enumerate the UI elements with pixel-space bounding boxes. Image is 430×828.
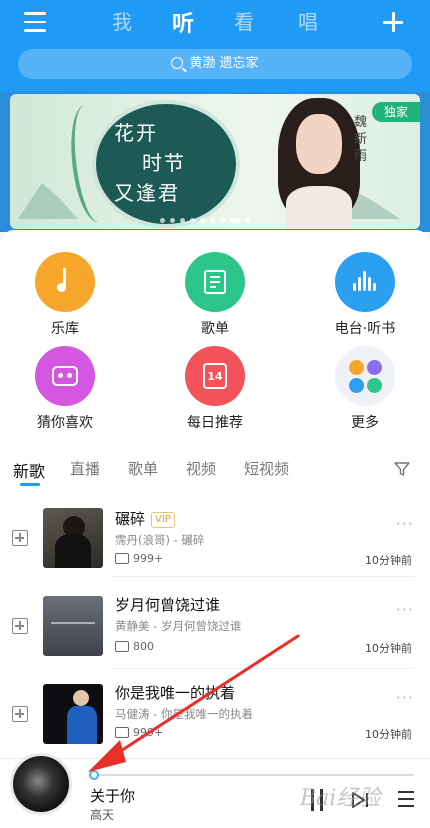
more-options-icon[interactable]: ···: [396, 514, 414, 533]
song-cover: [43, 508, 103, 568]
song-time: 10分钟前: [365, 642, 412, 655]
mountain-decoration: [18, 183, 78, 219]
feature-circle: [35, 252, 95, 312]
main-tabs: 我 听 看 唱: [0, 6, 430, 38]
exclusive-badge: 独家: [372, 102, 420, 122]
comment-count[interactable]: 800: [115, 640, 154, 653]
comment-icon: [115, 552, 129, 564]
tab-playlist[interactable]: 歌单: [128, 458, 158, 479]
more-options-icon[interactable]: ···: [396, 688, 414, 707]
add-song-icon[interactable]: [12, 706, 28, 722]
main-card: 乐库 歌单 电台·听书 猜你喜欢 14 每日推荐 更多 新歌 直播 歌单 视频 …: [0, 230, 430, 758]
banner-dot: [190, 218, 195, 223]
tab-me[interactable]: 我: [112, 6, 132, 35]
banner-area: 花开 时节 又逢君 魏新雨 独家: [0, 92, 430, 232]
content-tabs: 新歌 直播 歌单 视频 短视频: [0, 458, 430, 488]
feature-playlists[interactable]: 歌单: [165, 252, 265, 338]
active-tab-indicator: [20, 483, 40, 486]
banner-dot: [160, 218, 165, 223]
calendar-icon: 14: [203, 363, 227, 389]
tab-video[interactable]: 视频: [186, 458, 216, 479]
album-disc[interactable]: [10, 753, 72, 815]
song-row[interactable]: 碾碎 VIP 霈丹(浪哥) - 碾碎 999+ ··· 10分钟前: [0, 502, 430, 602]
now-playing-artist: 高天: [90, 808, 115, 822]
song-title: 岁月何曾饶过谁: [115, 596, 221, 614]
sound-wave-icon: [352, 269, 378, 295]
add-song-icon[interactable]: [12, 530, 28, 546]
more-options-icon[interactable]: ···: [396, 600, 414, 619]
vip-badge: VIP: [151, 511, 175, 528]
feature-music-library[interactable]: 乐库: [15, 252, 115, 338]
now-playing-title: 关于你: [90, 787, 136, 805]
top-header: 我 听 看 唱 黄渤 遗忘家: [0, 0, 430, 92]
banner-dot: [180, 218, 185, 223]
banner-slide[interactable]: 花开 时节 又逢君 魏新雨 独家: [10, 94, 420, 229]
comment-count[interactable]: 999+: [115, 552, 163, 565]
feature-circle: [335, 252, 395, 312]
song-artist: 霈丹(浪哥) - 碾碎: [115, 533, 205, 547]
banner-title-line2: 时节: [142, 151, 186, 175]
music-note-icon: [57, 268, 75, 294]
banner-dot: [170, 218, 175, 223]
song-time: 10分钟前: [365, 728, 412, 741]
feature-radio-audiobook[interactable]: 电台·听书: [315, 252, 415, 338]
song-cover: [43, 684, 103, 744]
progress-knob[interactable]: [89, 770, 99, 780]
banner-dot: [245, 218, 250, 223]
feature-daily-recommend[interactable]: 14 每日推荐: [165, 346, 265, 432]
song-artist: 黄静美 - 岁月何曾饶过谁: [115, 619, 242, 633]
more-grid-icon: [347, 358, 383, 394]
tab-watch[interactable]: 看: [234, 6, 254, 35]
banner-dot: [210, 218, 215, 223]
feature-circle: [335, 346, 395, 406]
banner-pagination: [160, 218, 255, 224]
banner-title-line1: 花开: [114, 121, 158, 145]
tab-listen[interactable]: 听: [172, 6, 194, 38]
feature-label: 更多: [351, 415, 379, 431]
banner-title: 花开 时节 又逢君: [114, 118, 224, 208]
filter-icon[interactable]: [394, 461, 410, 477]
feature-label: 乐库: [51, 321, 79, 337]
playlist-icon: [204, 270, 226, 294]
song-time: 10分钟前: [365, 554, 412, 567]
feature-label: 电台·听书: [334, 321, 396, 337]
feature-guess-you-like[interactable]: 猜你喜欢: [15, 346, 115, 432]
comment-count[interactable]: 999+: [115, 726, 163, 739]
song-title: 你是我唯一的执着: [115, 684, 236, 702]
song-cover: [43, 596, 103, 656]
progress-bar[interactable]: [94, 774, 414, 776]
feature-more[interactable]: 更多: [315, 346, 415, 432]
divider: [112, 576, 414, 577]
feature-label: 歌单: [201, 321, 229, 337]
tab-new-songs[interactable]: 新歌: [13, 458, 45, 482]
feature-circle: 14: [185, 346, 245, 406]
song-title: 碾碎 VIP: [115, 508, 175, 529]
banner-title-line3: 又逢君: [114, 181, 180, 205]
feature-circle: [185, 252, 245, 312]
feature-label: 猜你喜欢: [37, 415, 93, 431]
plus-icon[interactable]: [383, 12, 403, 32]
feature-label: 每日推荐: [187, 415, 243, 431]
tab-sing[interactable]: 唱: [298, 6, 318, 35]
search-placeholder: 黄渤 遗忘家: [189, 56, 259, 71]
tab-live[interactable]: 直播: [70, 458, 100, 479]
divider: [112, 668, 414, 669]
banner-dot: [220, 218, 225, 223]
artist-portrait: [272, 94, 364, 229]
song-artist: 马健涛 - 你是我唯一的执着: [115, 707, 253, 721]
feature-circle: [35, 346, 95, 406]
comment-icon: [115, 726, 129, 738]
tab-short-video[interactable]: 短视频: [244, 458, 289, 479]
add-song-icon[interactable]: [12, 618, 28, 634]
banner-dot: [200, 218, 205, 223]
comment-icon: [115, 640, 129, 652]
banner-artist: 魏新雨: [354, 115, 368, 164]
radio-heart-icon: [52, 366, 78, 386]
banner-dot: [230, 218, 240, 223]
song-row[interactable]: 岁月何曾饶过谁 黄静美 - 岁月何曾饶过谁 800 ··· 10分钟前: [0, 588, 430, 688]
watermark: Bai经验: [300, 786, 381, 811]
search-icon: [171, 57, 184, 69]
playlist-queue-icon[interactable]: [398, 791, 414, 809]
search-bar[interactable]: 黄渤 遗忘家: [18, 49, 412, 79]
